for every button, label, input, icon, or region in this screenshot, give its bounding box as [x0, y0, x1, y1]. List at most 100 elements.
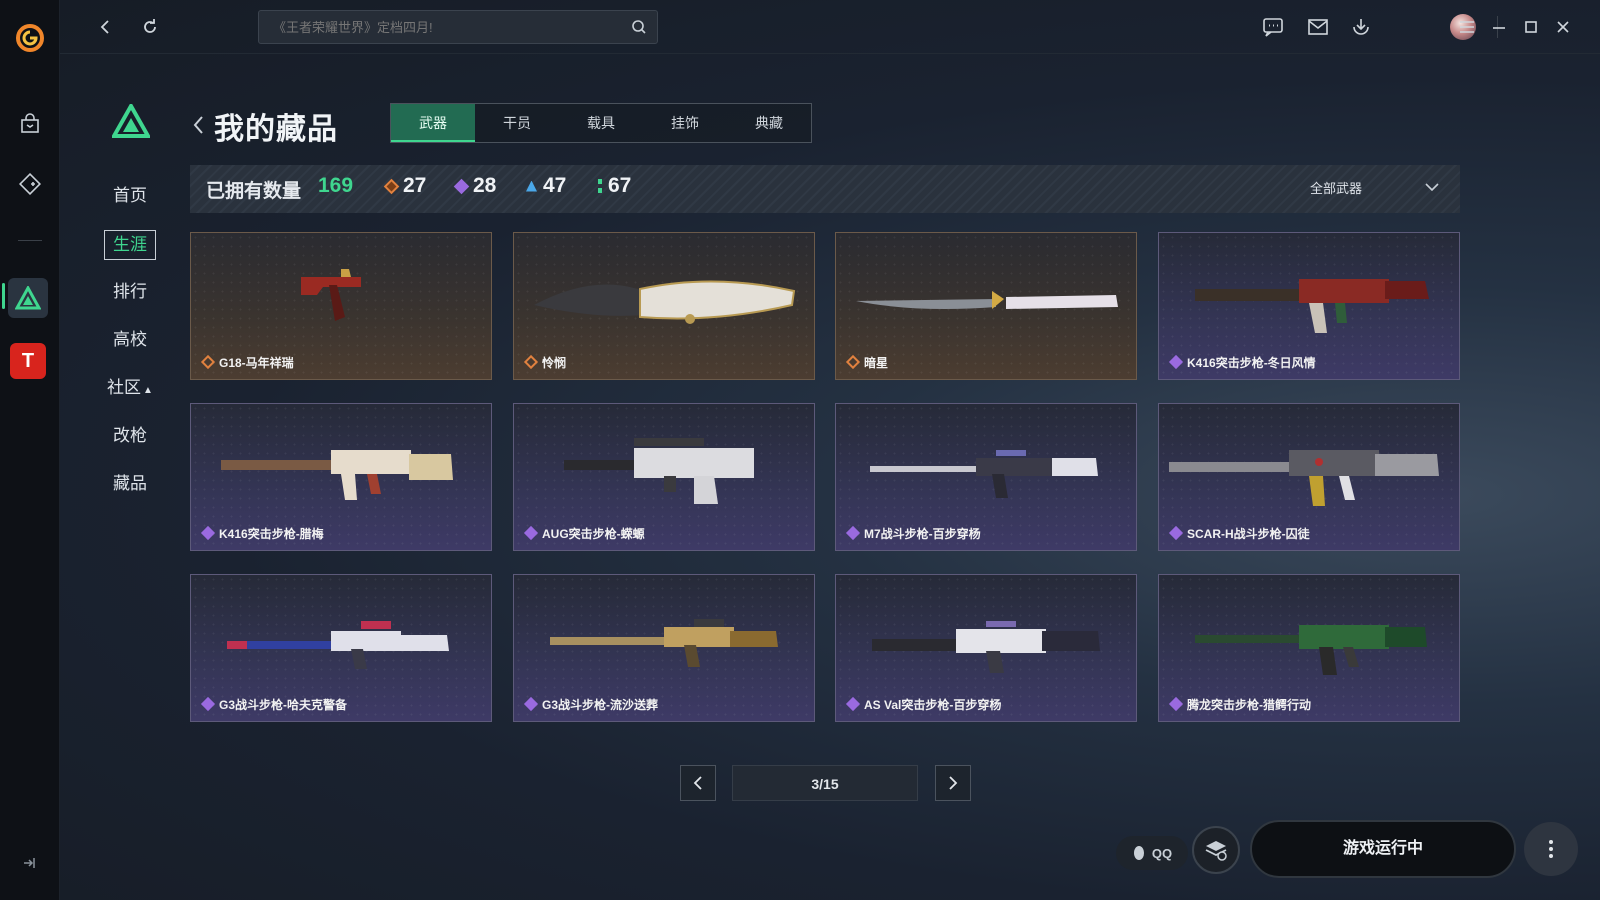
back-icon[interactable]	[94, 15, 118, 39]
delta-force-logo-icon	[110, 101, 152, 138]
green-rarity-icon	[598, 179, 602, 193]
minimize-icon[interactable]	[1486, 14, 1512, 40]
card-name: G3战斗步枪-哈夫克警备	[219, 698, 348, 712]
store-bag-icon[interactable]	[16, 110, 44, 138]
rifle-skin-art	[1195, 625, 1427, 675]
download-icon[interactable]	[1348, 14, 1374, 40]
game-sidenav: 首页 生涯 排行 高校 社区 ▲ 改枪 藏品	[100, 178, 160, 514]
refresh-icon[interactable]	[138, 15, 162, 39]
expand-rail-icon[interactable]	[20, 854, 38, 872]
gold-rarity-icon	[383, 178, 400, 194]
nav-gunsmith[interactable]: 改枪	[100, 418, 160, 466]
collection-card[interactable]: K416突击步枪-腊梅	[190, 403, 492, 551]
ownership-stats-bar: 已拥有数量 169 27 28 47 67 全部武器	[190, 165, 1460, 213]
more-options-icon[interactable]	[1524, 822, 1578, 876]
card-name: AS Val突击步枪-百步穿杨	[864, 698, 1002, 712]
nav-home[interactable]: 首页	[100, 178, 160, 226]
rifle-skin-art	[564, 438, 754, 504]
search-box[interactable]	[258, 10, 658, 44]
card-name: K416突击步枪-腊梅	[219, 527, 324, 541]
weapon-filter-dropdown[interactable]: 全部武器	[1310, 178, 1440, 200]
caret-up-icon: ▲	[143, 385, 153, 396]
rifle-skin-art	[227, 621, 449, 669]
search-input[interactable]	[259, 11, 619, 43]
card-name: 腾龙突击步枪-猎鳄行动	[1187, 698, 1311, 712]
crossfire-game-icon[interactable]: T	[10, 343, 46, 379]
app-logo-icon	[14, 22, 46, 54]
card-name: G3战斗步枪-流沙送葬	[542, 698, 659, 712]
collection-card[interactable]: 怜悯	[513, 232, 815, 380]
game-running-button[interactable]: 游戏运行中	[1250, 820, 1516, 878]
collection-card[interactable]: 腾龙突击步枪-猎鳄行动	[1158, 574, 1460, 722]
rifle-skin-art	[221, 450, 453, 500]
pistol-skin-art	[301, 269, 361, 321]
rifle-skin-art	[550, 619, 778, 667]
rail-divider	[18, 240, 42, 241]
search-icon[interactable]	[631, 19, 647, 35]
tab-weapons[interactable]: 武器	[391, 104, 475, 142]
card-name: AUG突击步枪-蝾螈	[542, 527, 645, 541]
tab-operators[interactable]: 干员	[475, 104, 559, 142]
app-rail: T	[0, 0, 60, 900]
menu-icon[interactable]	[1454, 14, 1480, 40]
collection-card[interactable]: AS Val突击步枪-百步穿杨	[835, 574, 1137, 722]
page-indicator: 3/15	[732, 765, 918, 801]
blue-count: 47	[526, 174, 566, 198]
rifle-skin-art	[870, 450, 1098, 498]
qq-penguin-icon	[1133, 846, 1144, 860]
rifle-skin-art	[872, 621, 1100, 673]
nav-community[interactable]: 社区 ▲	[100, 370, 160, 418]
collection-card[interactable]: G3战斗步枪-流沙送葬	[513, 574, 815, 722]
owned-count-label: 已拥有数量	[206, 181, 302, 202]
delta-force-game-icon[interactable]	[8, 278, 48, 318]
chat-icon[interactable]	[1260, 14, 1286, 40]
nav-university[interactable]: 高校	[100, 322, 160, 370]
nav-ranking[interactable]: 排行	[100, 274, 160, 322]
card-name: SCAR-H战斗步枪-囚徒	[1187, 527, 1310, 541]
card-name: M7战斗步枪-百步穿杨	[864, 527, 981, 541]
rifle-skin-art	[1169, 450, 1439, 506]
blue-rarity-icon	[526, 180, 537, 192]
next-page-button[interactable]	[935, 765, 971, 801]
page-title: 我的藏品	[214, 113, 338, 146]
chevron-right-icon	[949, 776, 958, 790]
top-bar	[60, 0, 1600, 54]
collection-card[interactable]: 暗星	[835, 232, 1137, 380]
nav-career[interactable]: 生涯	[100, 226, 160, 274]
active-indicator	[2, 283, 5, 309]
purple-count: 28	[453, 174, 496, 198]
collection-card[interactable]: K416突击步枪-冬日风情	[1158, 232, 1460, 380]
prev-page-button[interactable]	[680, 765, 716, 801]
purple-rarity-icon	[453, 178, 470, 194]
owned-total: 169	[318, 174, 354, 197]
card-name: 怜悯	[542, 356, 567, 370]
maximize-icon[interactable]	[1518, 14, 1544, 40]
nav-collection[interactable]: 藏品	[100, 466, 160, 514]
page-back-icon[interactable]	[190, 113, 208, 137]
card-name: 暗星	[864, 356, 889, 370]
chevron-left-icon	[693, 776, 702, 790]
collection-card[interactable]: G18-马年祥瑞	[190, 232, 492, 380]
mail-icon[interactable]	[1305, 14, 1331, 40]
filter-selected-value: 全部武器	[1310, 181, 1363, 196]
collection-tabs: 武器 干员 载具 挂饰 典藏	[390, 103, 812, 143]
chevron-down-icon	[1425, 183, 1439, 192]
collection-card[interactable]: SCAR-H战斗步枪-囚徒	[1158, 403, 1460, 551]
accelerator-icon[interactable]	[1192, 826, 1240, 874]
qq-label: QQ	[1151, 845, 1173, 861]
knife-skin-art	[856, 291, 1118, 309]
rifle-skin-art	[1195, 279, 1429, 333]
collection-card[interactable]: AUG突击步枪-蝾螈	[513, 403, 815, 551]
card-name: K416突击步枪-冬日风情	[1187, 356, 1316, 370]
gold-count: 27	[383, 174, 426, 198]
tab-archive[interactable]: 典藏	[727, 104, 811, 142]
collection-card[interactable]: M7战斗步枪-百步穿杨	[835, 403, 1137, 551]
tab-vehicles[interactable]: 载具	[559, 104, 643, 142]
qq-login-button[interactable]: QQ	[1116, 836, 1188, 870]
close-icon[interactable]	[1550, 14, 1576, 40]
tab-charms[interactable]: 挂饰	[643, 104, 727, 142]
green-count: 67	[598, 174, 631, 198]
card-name: G18-马年祥瑞	[219, 356, 294, 370]
game-center-icon[interactable]	[16, 170, 44, 198]
collection-card[interactable]: G3战斗步枪-哈夫克警备	[190, 574, 492, 722]
